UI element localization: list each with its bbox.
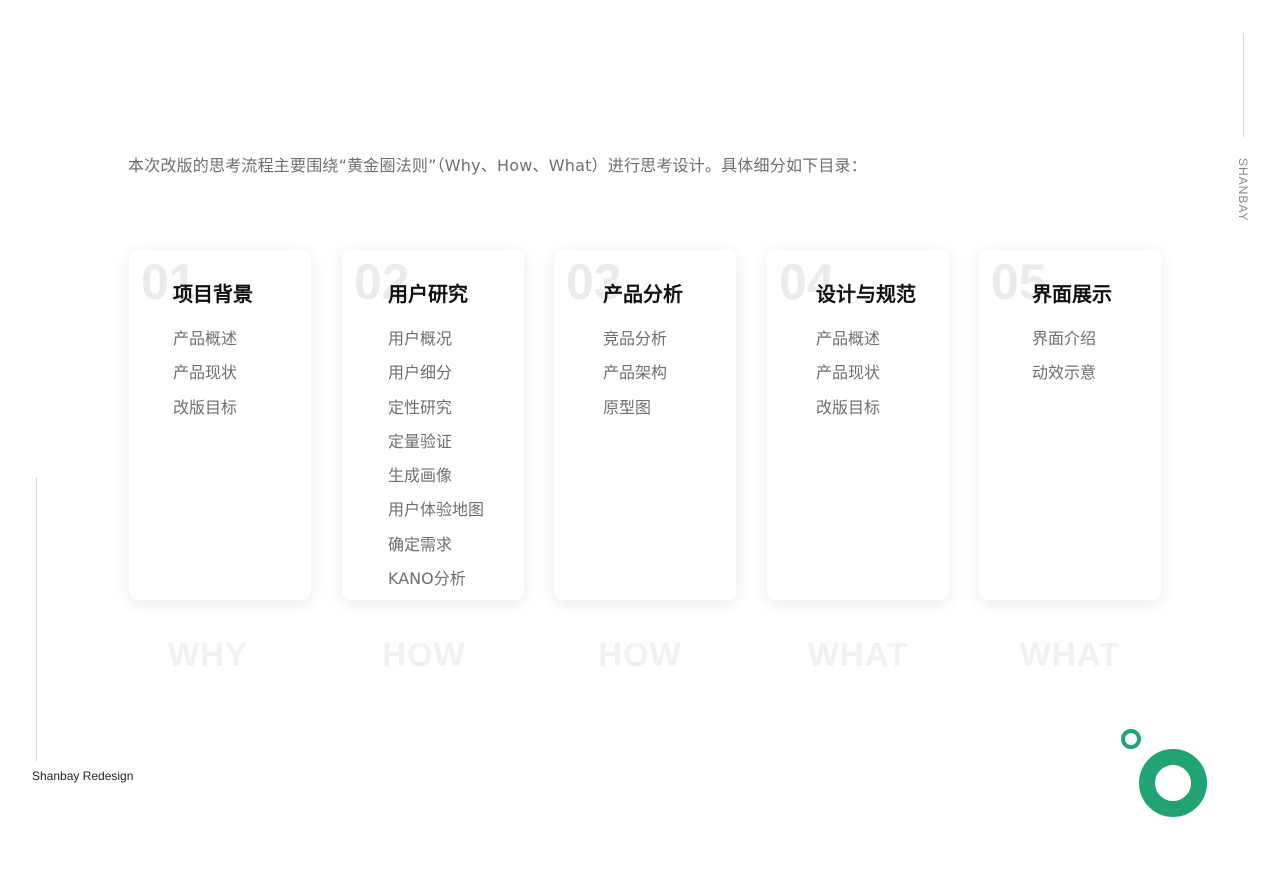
small-ring-decoration [1121,729,1141,749]
phase-label-what: WHAT [1019,636,1121,673]
left-divider-line [36,477,37,761]
card-item-list: 竞品分析 产品架构 原型图 [603,328,667,431]
card-title: 产品分析 [603,282,683,306]
card-item-list: 用户概况 用户细分 定性研究 定量验证 生成画像 用户体验地图 确定需求 KAN… [388,328,484,602]
list-item: 竞品分析 [603,329,668,348]
list-item: 定性研究 [388,397,453,417]
card-item-list: 产品概述 产品现状 改版目标 [816,328,880,431]
phase-label-how: HOW [382,636,466,673]
list-item: 动效示意 [1032,363,1097,383]
card-title: 项目背景 [173,282,253,306]
intro-text: 本次改版的思考流程主要围绕“黄金圈法则”（Why、How、What）进行思考设计… [128,156,867,175]
phase-label-what: WHAT [807,636,909,673]
list-item: 确定需求 [388,534,453,554]
right-divider-line [1243,33,1244,137]
card-user-research: 02 用户研究 用户概况 用户细分 定性研究 定量验证 生成画像 用户体验地图 … [342,250,524,600]
list-item: 产品概述 [173,329,238,348]
list-item: KANO分析 [388,569,466,589]
list-item: 改版目标 [173,397,238,417]
card-ui-showcase: 05 界面展示 界面介绍 动效示意 [979,250,1161,600]
list-item: 改版目标 [816,397,881,417]
list-item: 原型图 [603,397,652,417]
card-title: 用户研究 [388,282,468,306]
card-title: 设计与规范 [816,282,916,306]
list-item: 界面介绍 [1032,329,1097,348]
list-item: 产品概述 [816,329,881,348]
card-project-background: 01 项目背景 产品概述 产品现状 改版目标 [129,250,311,600]
phase-label-why: WHY [168,636,248,673]
brand-vertical-label: SHANBAY [1236,158,1250,222]
list-item: 产品现状 [816,363,881,383]
card-item-list: 产品概述 产品现状 改版目标 [173,328,237,431]
list-item: 用户细分 [388,363,453,383]
list-item: 生成画像 [388,466,453,486]
card-item-list: 界面介绍 动效示意 [1032,328,1096,397]
list-item: 定量验证 [388,431,453,451]
footer-label: Shanbay Redesign [32,769,134,783]
card-product-analysis: 03 产品分析 竞品分析 产品架构 原型图 [554,250,736,600]
list-item: 用户体验地图 [388,500,485,520]
list-item: 用户概况 [388,329,453,348]
list-item: 产品现状 [173,363,238,383]
phase-label-how: HOW [598,636,682,673]
card-design-spec: 04 设计与规范 产品概述 产品现状 改版目标 [767,250,949,600]
list-item: 产品架构 [603,363,668,383]
large-ring-decoration [1139,749,1207,817]
card-title: 界面展示 [1032,282,1112,306]
